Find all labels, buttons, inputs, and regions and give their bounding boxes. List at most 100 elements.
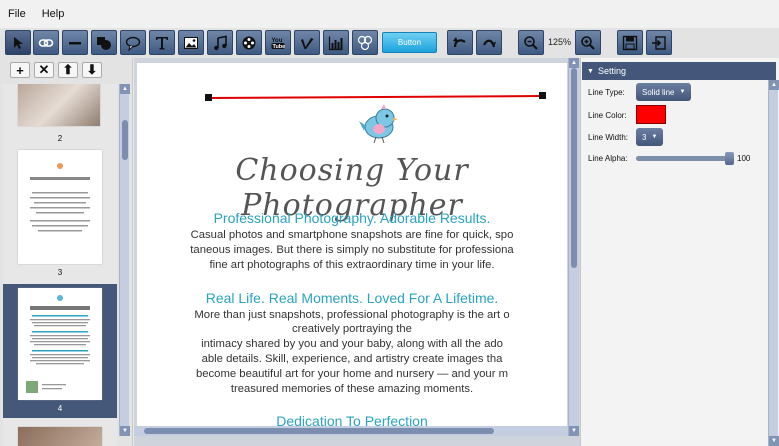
page-number: 3 bbox=[57, 268, 63, 277]
editor-canvas: Choosing Your Photographer Professional … bbox=[134, 58, 580, 446]
dropdown-caret-icon: ▼ bbox=[679, 89, 686, 95]
button-tool-button[interactable]: Button bbox=[382, 32, 437, 53]
line-icon bbox=[69, 41, 81, 44]
paragraph-2-line-5[interactable]: become beautiful art for your home and n… bbox=[137, 367, 567, 382]
paragraph-2-line-6[interactable]: treasured memories of these amazing mome… bbox=[137, 382, 567, 397]
page-number: 4 bbox=[57, 404, 63, 413]
canvas-horizontal-scrollbar[interactable] bbox=[134, 426, 568, 436]
paragraph-1-line-2[interactable]: taneous images. But there is simply no s… bbox=[137, 243, 567, 258]
zoom-level: 125% bbox=[548, 37, 572, 47]
redo-button[interactable] bbox=[476, 30, 502, 55]
line-alpha-label: Line Alpha: bbox=[588, 154, 628, 163]
page-thumbnail-5[interactable] bbox=[3, 424, 117, 446]
scroll-down-arrow[interactable]: ▼ bbox=[120, 426, 130, 436]
properties-scrollbar[interactable]: ▲ ▼ bbox=[768, 80, 779, 446]
svg-text:Tube: Tube bbox=[273, 44, 286, 50]
paragraph-2-line-1[interactable]: More than just snapshots, professional p… bbox=[137, 308, 567, 323]
paragraph-1-line-1[interactable]: Casual photos and smartphone snapshots a… bbox=[137, 228, 567, 243]
properties-panel: ▼ Setting Line Type: Solid line ▼ Line C… bbox=[580, 58, 779, 446]
thumbnail-preview bbox=[30, 163, 90, 232]
heading-3[interactable]: Dedication To Perfection bbox=[137, 413, 567, 426]
move-page-up-button[interactable]: ⬆ bbox=[58, 62, 78, 78]
page-thumbnail-image bbox=[18, 288, 102, 400]
vimeo-icon bbox=[301, 37, 314, 49]
page-thumbnail-image bbox=[18, 150, 102, 264]
paragraph-2-line-3[interactable]: intimacy shared by you and your baby, al… bbox=[137, 337, 567, 352]
shapes-icon bbox=[97, 36, 111, 50]
arrow-pointer-icon bbox=[14, 36, 23, 49]
scroll-up-arrow[interactable]: ▲ bbox=[769, 80, 779, 90]
video-tool-button[interactable] bbox=[236, 30, 262, 55]
page-number: 2 bbox=[57, 134, 63, 143]
save-icon bbox=[622, 35, 638, 50]
scrollbar-thumb[interactable] bbox=[571, 68, 577, 268]
paragraph-1-line-3[interactable]: fine art photographs of this extraordina… bbox=[137, 258, 567, 273]
image-icon bbox=[184, 36, 198, 49]
zoom-in-button[interactable] bbox=[575, 30, 601, 55]
gallery-tool-button[interactable] bbox=[352, 30, 378, 55]
chart-tool-button[interactable] bbox=[323, 30, 349, 55]
heading-2[interactable]: Real Life. Real Moments. Loved For A Lif… bbox=[137, 290, 567, 306]
audio-tool-button[interactable] bbox=[207, 30, 233, 55]
heading-1[interactable]: Professional Photography. Adorable Resul… bbox=[137, 210, 567, 226]
add-page-button[interactable]: + bbox=[10, 62, 30, 78]
film-reel-icon bbox=[242, 36, 256, 49]
shape-tool-button[interactable] bbox=[91, 30, 117, 55]
pages-panel: + ✕ ⬆ ⬇ 2 3 4 ▲ ▼ bbox=[0, 58, 133, 446]
scrollbar-thumb[interactable] bbox=[122, 120, 128, 160]
menu-bar: File Help bbox=[0, 0, 779, 28]
youtube-tool-button[interactable]: You Tube bbox=[265, 30, 291, 55]
zoom-out-button[interactable] bbox=[518, 30, 544, 55]
gallery-icon bbox=[357, 35, 373, 50]
select-tool-button[interactable] bbox=[5, 30, 31, 55]
line-handle-start[interactable] bbox=[205, 94, 212, 101]
line-width-dropdown[interactable]: 3 ▼ bbox=[636, 128, 664, 146]
chart-icon bbox=[328, 36, 343, 50]
line-alpha-value: 100 bbox=[737, 154, 751, 163]
line-tool-button[interactable] bbox=[62, 30, 88, 55]
line-handle-end[interactable] bbox=[539, 92, 546, 99]
export-button[interactable] bbox=[646, 30, 672, 55]
page-thumbnail-image bbox=[18, 84, 100, 126]
text-tool-button[interactable] bbox=[149, 30, 175, 55]
scroll-up-arrow[interactable]: ▲ bbox=[569, 58, 579, 68]
slider-knob[interactable] bbox=[725, 152, 734, 165]
page-thumbnails: 2 3 4 bbox=[3, 84, 117, 446]
line-type-value: Solid line bbox=[642, 87, 675, 97]
line-color-swatch[interactable] bbox=[636, 105, 666, 124]
undo-icon bbox=[453, 36, 466, 47]
dropdown-caret-icon: ▼ bbox=[651, 134, 658, 140]
scroll-down-arrow[interactable]: ▼ bbox=[769, 436, 779, 446]
vimeo-tool-button[interactable] bbox=[294, 30, 320, 55]
toolbar: You Tube Button 125% bbox=[0, 28, 779, 58]
page-thumbnail-4[interactable]: 4 bbox=[3, 284, 117, 418]
paragraph-2-line-4[interactable]: able details. Skill, experience, and art… bbox=[137, 352, 567, 367]
paragraph-2-line-2[interactable]: creatively portraying the bbox=[137, 322, 567, 337]
line-type-label: Line Type: bbox=[588, 88, 625, 97]
page-actions: + ✕ ⬆ ⬇ bbox=[10, 62, 102, 78]
scroll-up-arrow[interactable]: ▲ bbox=[120, 84, 130, 94]
selected-line[interactable] bbox=[208, 95, 543, 99]
scrollbar-thumb[interactable] bbox=[144, 428, 494, 434]
line-alpha-slider[interactable] bbox=[636, 156, 734, 161]
line-type-dropdown[interactable]: Solid line ▼ bbox=[636, 83, 692, 101]
line-color-label: Line Color: bbox=[588, 111, 627, 120]
callout-tool-button[interactable] bbox=[120, 30, 146, 55]
link-tool-button[interactable] bbox=[33, 30, 59, 55]
delete-page-button[interactable]: ✕ bbox=[34, 62, 54, 78]
export-icon bbox=[652, 35, 666, 50]
menu-file[interactable]: File bbox=[8, 8, 26, 20]
document-page[interactable]: Choosing Your Photographer Professional … bbox=[137, 63, 567, 426]
menu-help[interactable]: Help bbox=[42, 8, 65, 20]
canvas-vertical-scrollbar[interactable]: ▲ ▼ bbox=[568, 58, 579, 436]
bird-illustration bbox=[359, 104, 398, 144]
pages-scrollbar[interactable]: ▲ ▼ bbox=[119, 84, 130, 436]
page-thumbnail-2[interactable]: 2 bbox=[3, 84, 117, 148]
page-thumbnail-3[interactable]: 3 bbox=[3, 150, 117, 282]
setting-header[interactable]: ▼ Setting bbox=[582, 62, 776, 80]
move-page-down-button[interactable]: ⬇ bbox=[82, 62, 102, 78]
scroll-down-arrow[interactable]: ▼ bbox=[569, 426, 579, 436]
image-tool-button[interactable] bbox=[178, 30, 204, 55]
undo-button[interactable] bbox=[447, 30, 473, 55]
save-button[interactable] bbox=[617, 30, 643, 55]
